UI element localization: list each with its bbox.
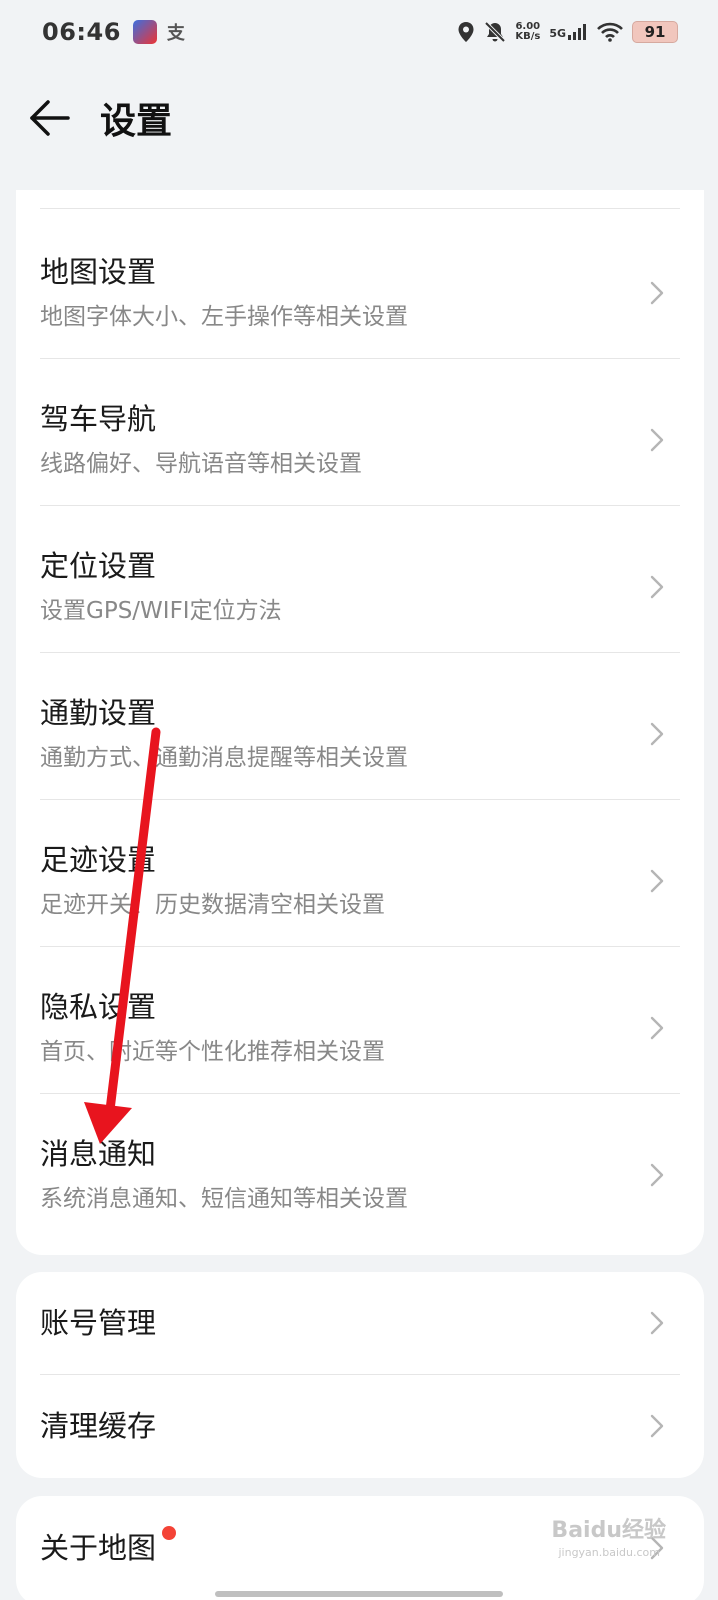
chevron-right-icon	[642, 1411, 672, 1441]
signal-group: 5G	[549, 24, 588, 40]
status-right-group: 6.00 KB/s 5G 91	[457, 21, 678, 43]
divider	[40, 505, 680, 506]
settings-item-map[interactable]: 地图设置 地图字体大小、左手操作等相关设置	[16, 220, 704, 366]
settings-item-clear-cache[interactable]: 清理缓存	[16, 1375, 704, 1477]
settings-item-title: 隐私设置	[40, 990, 157, 1024]
alipay-notification-icon: 支	[166, 23, 185, 44]
divider	[40, 946, 680, 947]
settings-item-texts: 定位设置 设置GPS/WIFI定位方法	[40, 548, 642, 626]
bell-muted-icon	[484, 21, 506, 43]
settings-item-texts: 隐私设置 首页、附近等个性化推荐相关设置	[40, 989, 642, 1067]
settings-item-privacy[interactable]: 隐私设置 首页、附近等个性化推荐相关设置	[16, 955, 704, 1101]
settings-item-subtitle: 通勤方式、通勤消息提醒等相关设置	[40, 745, 408, 771]
settings-item-texts: 足迹设置 足迹开关、历史数据清空相关设置	[40, 842, 642, 920]
chevron-right-icon	[642, 425, 672, 455]
settings-item-subtitle: 设置GPS/WIFI定位方法	[40, 598, 282, 624]
status-bar: 06:46 支 6.00 KB/s 5G 91	[0, 0, 718, 64]
settings-item-subtitle: 地图字体大小、左手操作等相关设置	[40, 304, 408, 330]
signal-type-label: 5G	[549, 27, 566, 40]
settings-item-title: 账号管理	[40, 1306, 157, 1340]
settings-item-texts: 地图设置 地图字体大小、左手操作等相关设置	[40, 254, 642, 332]
settings-item-title: 足迹设置	[40, 843, 157, 877]
status-time: 06:46	[42, 18, 121, 46]
battery-indicator: 91	[632, 21, 678, 43]
location-icon	[458, 22, 474, 42]
divider	[40, 799, 680, 800]
settings-item-title: 关于地图	[40, 1526, 177, 1566]
settings-item-title: 定位设置	[40, 549, 157, 583]
settings-item-driving-navigation[interactable]: 驾车导航 线路偏好、导航语音等相关设置	[16, 367, 704, 513]
chevron-right-icon	[642, 572, 672, 602]
chevron-right-icon	[642, 278, 672, 308]
settings-item-texts: 消息通知 系统消息通知、短信通知等相关设置	[40, 1136, 642, 1214]
settings-item-title: 驾车导航	[40, 402, 157, 436]
new-badge-dot	[162, 1526, 177, 1540]
settings-item-title-text: 关于地图	[40, 1531, 157, 1565]
page-header: 设置	[0, 80, 718, 156]
divider	[40, 358, 680, 359]
signal-strength-icon	[568, 24, 586, 40]
chevron-right-icon	[642, 719, 672, 749]
settings-item-title: 通勤设置	[40, 696, 157, 730]
network-speed: 6.00 KB/s	[515, 22, 540, 42]
divider	[40, 652, 680, 653]
battery-level: 91	[644, 23, 666, 41]
settings-item-texts: 驾车导航 线路偏好、导航语音等相关设置	[40, 401, 642, 479]
settings-item-location[interactable]: 定位设置 设置GPS/WIFI定位方法	[16, 514, 704, 660]
page-title: 设置	[100, 101, 173, 142]
settings-item-account-management[interactable]: 账号管理	[16, 1272, 704, 1374]
settings-item-message-notification[interactable]: 消息通知 系统消息通知、短信通知等相关设置	[16, 1102, 704, 1248]
settings-item-subtitle: 首页、附近等个性化推荐相关设置	[40, 1039, 385, 1065]
chevron-right-icon	[642, 1013, 672, 1043]
settings-item-commute[interactable]: 通勤设置 通勤方式、通勤消息提醒等相关设置	[16, 661, 704, 807]
settings-account-card: 账号管理 清理缓存	[16, 1272, 704, 1478]
settings-item-subtitle: 线路偏好、导航语音等相关设置	[40, 451, 362, 477]
arrow-left-icon	[30, 100, 70, 136]
settings-item-subtitle: 系统消息通知、短信通知等相关设置	[40, 1186, 408, 1212]
home-indicator[interactable]	[215, 1591, 503, 1597]
watermark-url: jingyan.baidu.com	[558, 1546, 660, 1559]
network-speed-unit: KB/s	[515, 31, 541, 42]
watermark-logo: Baidu经验	[551, 1518, 666, 1543]
settings-item-footprint[interactable]: 足迹设置 足迹开关、历史数据清空相关设置	[16, 808, 704, 954]
app-notification-icon	[132, 20, 157, 44]
settings-item-title: 地图设置	[40, 255, 157, 289]
settings-main-card: 地图设置 地图字体大小、左手操作等相关设置 驾车导航 线路偏好、导航语音等相关设…	[16, 190, 704, 1255]
settings-item-title: 消息通知	[40, 1137, 157, 1171]
notification-icons: 支	[132, 19, 185, 45]
settings-item-texts: 账号管理	[40, 1305, 642, 1341]
back-button[interactable]	[20, 88, 80, 148]
settings-item-texts: 清理缓存	[40, 1408, 642, 1444]
divider	[40, 1093, 680, 1094]
settings-item-texts: 通勤设置 通勤方式、通勤消息提醒等相关设置	[40, 695, 642, 773]
settings-item-title: 清理缓存	[40, 1409, 157, 1443]
chevron-right-icon	[642, 1308, 672, 1338]
chevron-right-icon	[642, 1160, 672, 1190]
wifi-icon	[597, 22, 623, 42]
chevron-right-icon	[642, 866, 672, 896]
divider	[40, 208, 680, 209]
settings-item-subtitle: 足迹开关、历史数据清空相关设置	[40, 892, 385, 918]
